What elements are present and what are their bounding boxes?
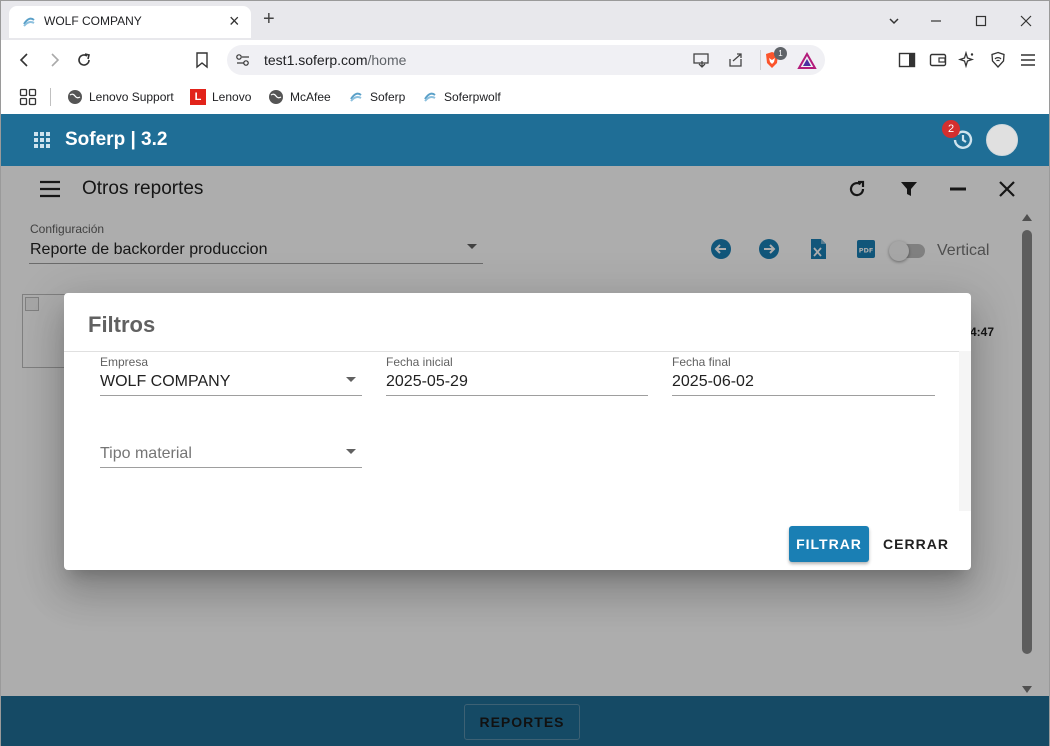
- bookmark-lenovo-support[interactable]: Lenovo Support: [67, 88, 174, 106]
- tipo-material-select[interactable]: Tipo material: [100, 424, 362, 468]
- close-window-icon[interactable]: [1014, 9, 1038, 33]
- page-scrollbar[interactable]: [1020, 214, 1034, 696]
- empresa-select[interactable]: Empresa WOLF COMPANY: [100, 352, 362, 396]
- leo-ai-icon[interactable]: [955, 48, 979, 72]
- config-select[interactable]: Configuración Reporte de backorder produ…: [29, 222, 483, 264]
- share-icon[interactable]: [727, 52, 745, 68]
- dropdown-arrow-icon: [346, 449, 356, 454]
- svg-text:PDF: PDF: [859, 247, 874, 255]
- bookmark-soferpwolf[interactable]: Soferpwolf: [422, 88, 501, 106]
- minimize-window-icon[interactable]: [924, 9, 948, 33]
- bookmark-label: Lenovo: [212, 90, 252, 104]
- soferp-logo-icon: [348, 89, 364, 105]
- minimize-icon[interactable]: [946, 177, 970, 201]
- previous-arrow-icon[interactable]: [710, 238, 732, 260]
- site-settings-icon[interactable]: [235, 53, 251, 67]
- browser-nav-bar: test1.soferp.com/home 1: [0, 40, 1050, 80]
- sidebar-toggle-icon[interactable]: [895, 48, 919, 72]
- pdf-export-icon[interactable]: PDF: [855, 238, 877, 260]
- close-icon[interactable]: [995, 177, 1019, 201]
- report-time-text: 4:47: [970, 325, 995, 339]
- bookmark-label: Soferp: [370, 90, 406, 104]
- notification-badge: 2: [942, 120, 960, 138]
- tab-close-icon[interactable]: ×: [229, 12, 240, 30]
- fecha-inicial-label: Fecha inicial: [386, 355, 453, 369]
- bookmark-soferp[interactable]: Soferp: [348, 88, 405, 106]
- refresh-icon[interactable]: [845, 177, 869, 201]
- address-bar[interactable]: test1.soferp.com/home 1: [227, 45, 825, 75]
- bookmark-label: McAfee: [290, 90, 331, 104]
- wallet-icon[interactable]: [926, 48, 950, 72]
- globe-icon: [67, 89, 83, 105]
- tab-title: WOLF COMPANY: [44, 14, 142, 28]
- bookmark-label: Soferpwolf: [444, 90, 501, 104]
- excel-export-icon[interactable]: [807, 238, 829, 260]
- dialog-scrollbar[interactable]: [959, 351, 971, 511]
- apps-grid-icon[interactable]: [19, 88, 37, 106]
- dialog-title: Filtros: [88, 312, 156, 337]
- filter-icon[interactable]: [897, 177, 921, 201]
- empresa-value: WOLF COMPANY: [100, 373, 231, 390]
- url-text: test1.soferp.com/home: [264, 52, 407, 68]
- dropdown-arrow-icon: [346, 377, 356, 382]
- bookmark-label: Lenovo Support: [89, 90, 174, 104]
- config-label: Configuración: [30, 222, 105, 236]
- app-header: Soferp | 3.2 2: [1, 114, 1049, 166]
- soferp-logo-icon: [23, 17, 35, 27]
- browser-tab-active[interactable]: WOLF COMPANY ×: [9, 6, 251, 38]
- soferp-logo-icon: [422, 89, 438, 105]
- vpn-shield-icon[interactable]: [986, 48, 1010, 72]
- tab-search-chevron-icon[interactable]: [882, 9, 906, 33]
- shields-count-badge: 1: [774, 47, 787, 60]
- avatar[interactable]: [986, 124, 1018, 156]
- app-footer: REPORTES: [1, 696, 1049, 746]
- fecha-inicial-field[interactable]: Fecha inicial 2025-05-29: [386, 352, 648, 396]
- orientation-label: Vertical: [937, 242, 990, 259]
- globe-icon: [268, 89, 284, 105]
- config-value: Reporte de backorder produccion: [30, 241, 268, 258]
- maximize-window-icon[interactable]: [969, 9, 993, 33]
- lenovo-logo-icon: L: [190, 89, 206, 105]
- brave-rewards-icon[interactable]: [797, 52, 817, 70]
- filters-dialog: Filtros Empresa WOLF COMPANY Fecha inici…: [64, 293, 971, 570]
- app-title: Soferp | 3.2: [65, 129, 168, 150]
- orientation-toggle-thumb[interactable]: [889, 241, 909, 261]
- filter-button[interactable]: FILTRAR: [789, 526, 869, 562]
- scroll-down-arrow-icon[interactable]: [1022, 686, 1032, 693]
- empresa-label: Empresa: [100, 355, 149, 369]
- broken-image-icon: [25, 297, 39, 311]
- scroll-thumb[interactable]: [1022, 230, 1032, 654]
- next-arrow-icon[interactable]: [758, 238, 780, 260]
- bookmarks-bar: Lenovo Support L Lenovo McAfee Soferp So…: [0, 80, 1050, 114]
- bookmark-mcafee[interactable]: McAfee: [268, 88, 331, 106]
- new-tab-icon[interactable]: +: [263, 9, 275, 29]
- fecha-final-label: Fecha final: [672, 355, 731, 369]
- page-toolbar: Otros reportes: [1, 166, 1049, 212]
- close-dialog-button[interactable]: CERRAR: [877, 526, 955, 562]
- menu-hamburger-icon[interactable]: [1016, 48, 1040, 72]
- dropdown-arrow-icon: [467, 244, 477, 249]
- scroll-up-arrow-icon[interactable]: [1022, 214, 1032, 221]
- fecha-inicial-value: 2025-05-29: [386, 373, 468, 390]
- fecha-final-value: 2025-06-02: [672, 373, 754, 390]
- page-title: Otros reportes: [82, 178, 204, 199]
- fecha-final-field[interactable]: Fecha final 2025-06-02: [672, 352, 935, 396]
- back-arrow-icon[interactable]: [13, 48, 37, 72]
- bookmark-icon[interactable]: [190, 48, 214, 72]
- reports-button[interactable]: REPORTES: [464, 704, 580, 740]
- browser-tab-bar: WOLF COMPANY × +: [0, 0, 1050, 40]
- report-logo-image: [22, 294, 68, 368]
- tipo-material-placeholder: Tipo material: [100, 445, 192, 462]
- bookmark-lenovo[interactable]: L Lenovo: [190, 88, 251, 106]
- menu-icon[interactable]: [39, 180, 61, 198]
- cast-icon[interactable]: [693, 52, 711, 68]
- reload-icon[interactable]: [72, 48, 96, 72]
- apps-grid-icon[interactable]: [34, 132, 50, 148]
- forward-arrow-icon[interactable]: [42, 48, 66, 72]
